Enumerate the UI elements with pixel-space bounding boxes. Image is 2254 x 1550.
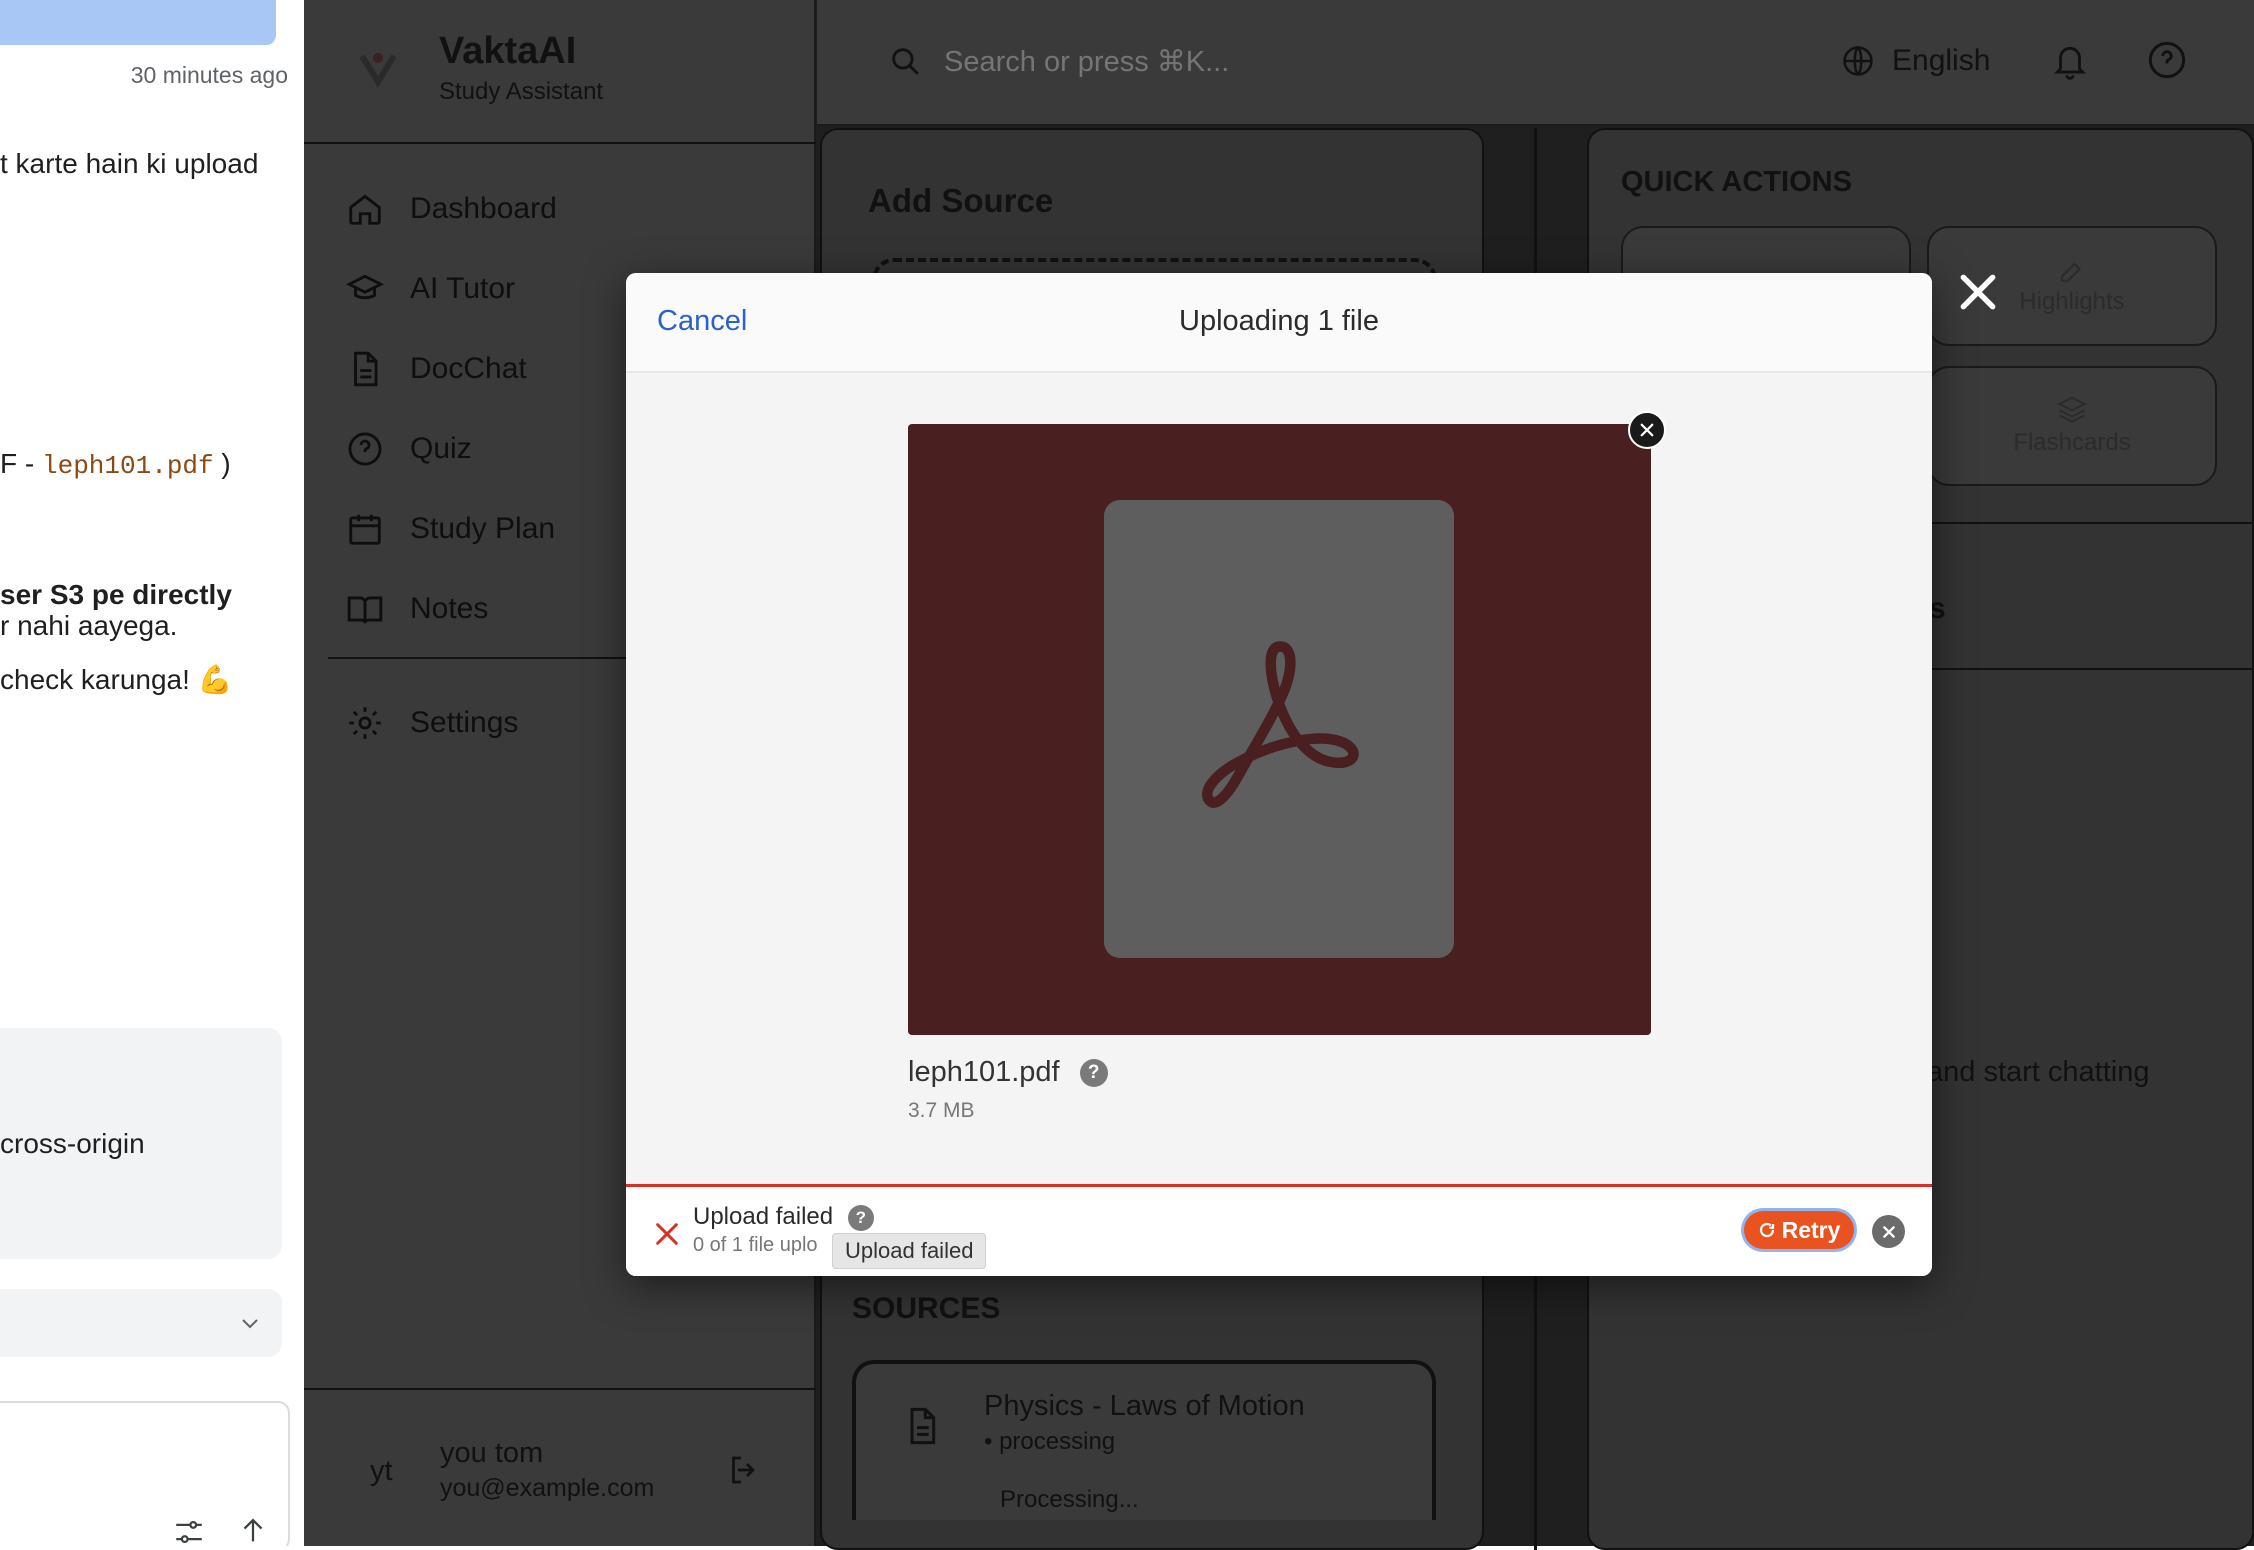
assistant-text-line: check karunga! 💪 <box>0 664 233 695</box>
quick-action-label: Highlights <box>2019 288 2125 315</box>
chat-panel: 30 minutes ago t karte hain ki upload F … <box>0 0 304 1546</box>
assistant-text-line: t karte hain ki upload <box>0 148 259 179</box>
upload-progress-text: 0 of 1 file uplo <box>693 1234 818 1256</box>
pdf-icon <box>1202 641 1359 808</box>
brand-name: VaktaAI <box>439 30 577 72</box>
book-open-icon <box>347 596 383 624</box>
logout-icon[interactable] <box>726 1452 762 1488</box>
nav-item-settings[interactable]: Settings <box>346 698 518 748</box>
nav-divider <box>328 657 628 659</box>
quick-action-flashcards[interactable]: Flashcards <box>1927 366 2217 486</box>
source-status: • processing <box>984 1428 1116 1455</box>
highlighter-icon <box>2060 262 2082 282</box>
help-icon[interactable] <box>2147 40 2187 80</box>
tooltip: Upload failed <box>832 1233 987 1269</box>
message-card: cross-origin <box>0 1028 282 1259</box>
close-icon <box>1882 1225 1895 1238</box>
calendar-icon <box>349 514 381 545</box>
nav-label: Dashboard <box>410 192 557 225</box>
nav-item-study-plan[interactable]: Study Plan <box>346 504 555 554</box>
top-bar: English <box>817 0 2254 126</box>
source-progress: Processing... <box>1000 1486 1139 1513</box>
message-timestamp: 30 minutes ago <box>130 62 288 88</box>
language-selector[interactable]: English <box>1892 44 1990 78</box>
message-card-text: cross-origin <box>0 1128 145 1159</box>
nav-label: AI Tutor <box>410 272 516 305</box>
quick-actions-title: QUICK ACTIONS <box>1621 166 1852 198</box>
nav-item-ai-tutor[interactable]: AI Tutor <box>346 264 515 314</box>
nav-label: DocChat <box>410 352 527 385</box>
search-input[interactable] <box>944 38 1504 86</box>
assistant-bold-line: ser S3 pe directly <box>0 579 232 610</box>
nav-label: Notes <box>410 592 489 625</box>
info-question-icon[interactable]: ? <box>847 1204 874 1231</box>
globe-icon <box>1843 46 1873 76</box>
remove-file-button[interactable] <box>1628 411 1666 449</box>
assistant-text-line: F - leph101.pdf ) <box>0 448 231 481</box>
upload-dialog: Cancel Uploading 1 file leph101.pdf ? 3.… <box>626 273 1932 1276</box>
search-icon <box>892 48 919 75</box>
user-message-bubble <box>0 0 276 45</box>
nav-item-docchat[interactable]: DocChat <box>346 344 527 394</box>
file-name: leph101.pdf ? <box>908 1056 1108 1089</box>
refresh-icon <box>1759 1222 1774 1238</box>
gear-icon <box>349 707 381 739</box>
empty-state-hint: and start chatting <box>1927 1056 2150 1088</box>
source-card[interactable]: Physics - Laws of Motion • processing Pr… <box>852 1360 1436 1520</box>
user-email: you@example.com <box>440 1474 655 1502</box>
divider <box>304 1388 816 1390</box>
chat-composer[interactable] <box>0 1401 290 1546</box>
layers-icon <box>2057 396 2087 423</box>
avatar: yt <box>370 1455 393 1487</box>
retry-button[interactable]: Retry <box>1744 1211 1854 1249</box>
nav-label: Study Plan <box>410 512 556 545</box>
retry-label: Retry <box>1781 1216 1841 1243</box>
sources-title: SOURCES <box>852 1292 1001 1325</box>
upload-status-text: Upload failed ? <box>693 1203 874 1231</box>
dialog-title: Uploading 1 file <box>1179 305 1379 337</box>
document-icon <box>354 351 378 387</box>
file-preview <box>908 424 1651 1035</box>
close-icon[interactable] <box>1956 270 2000 314</box>
nav-label: Quiz <box>410 432 472 465</box>
nav-item-quiz[interactable]: Quiz <box>346 424 472 474</box>
dismiss-button[interactable] <box>1872 1215 1905 1248</box>
divider <box>304 142 816 144</box>
brand-subtitle: Study Assistant <box>439 78 604 105</box>
source-title: Physics - Laws of Motion <box>984 1390 1305 1422</box>
user-name: you tom <box>440 1437 544 1469</box>
error-x-icon <box>656 1223 678 1245</box>
sliders-icon[interactable] <box>172 1515 206 1546</box>
close-icon <box>1640 423 1654 437</box>
info-question-icon[interactable]: ? <box>1079 1059 1108 1088</box>
document-icon <box>910 1407 936 1445</box>
send-arrow-up-icon[interactable] <box>236 1513 270 1546</box>
quick-action-label: Flashcards <box>2013 429 2131 456</box>
brand-logo <box>356 46 400 95</box>
collapsible-section[interactable] <box>0 1289 282 1357</box>
chevron-down-icon <box>242 1319 258 1329</box>
file-size: 3.7 MB <box>908 1099 975 1122</box>
nav-label: Settings <box>410 706 519 739</box>
pdf-document-shape <box>1104 500 1454 958</box>
assistant-text-line: r nahi aayega. <box>0 610 178 641</box>
question-circle-icon <box>348 432 382 466</box>
nav-item-notes[interactable]: Notes <box>346 584 488 634</box>
inline-code: leph101.pdf <box>42 451 214 481</box>
graduation-cap-icon <box>346 274 384 300</box>
upload-status-bar: Upload failed ? 0 of 1 file uplo Upload … <box>626 1184 1932 1276</box>
bell-icon[interactable] <box>2051 40 2089 82</box>
nav-item-dashboard[interactable]: Dashboard <box>346 184 557 234</box>
home-icon <box>349 194 381 225</box>
panel-title: Add Source <box>868 182 1054 219</box>
